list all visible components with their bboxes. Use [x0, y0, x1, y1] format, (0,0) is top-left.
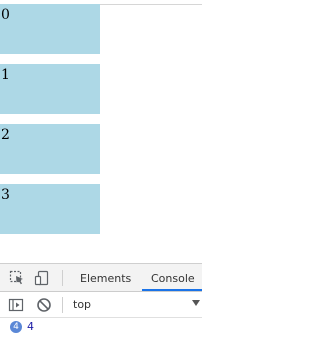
- clear-console-icon[interactable]: [36, 297, 52, 313]
- sidebar-toggle-icon[interactable]: [8, 297, 24, 313]
- console-output-value: 4: [27, 320, 34, 333]
- box-label: 1: [1, 67, 10, 83]
- tab-console[interactable]: Console: [151, 272, 195, 285]
- tab-elements[interactable]: Elements: [80, 272, 131, 285]
- console-output-line: 4 4: [0, 318, 202, 337]
- chevron-down-icon[interactable]: [192, 300, 200, 306]
- box-label: 2: [1, 127, 10, 143]
- devtools-panel: Elements Console top 4 4: [0, 263, 202, 337]
- box-label: 0: [1, 7, 10, 23]
- context-selector[interactable]: top: [73, 298, 91, 311]
- toolbar-separator: [62, 270, 63, 286]
- box-3: 3: [0, 184, 100, 234]
- box-1: 1: [0, 64, 100, 114]
- inspect-element-icon[interactable]: [9, 270, 25, 286]
- box-2: 2: [0, 124, 100, 174]
- box-label: 3: [1, 187, 10, 203]
- devtools-toolbar: Elements Console: [0, 264, 202, 292]
- toolbar-separator: [62, 297, 63, 313]
- console-toolbar: top: [0, 292, 202, 318]
- count-badge: 4: [10, 321, 22, 333]
- active-tab-indicator: [142, 289, 202, 291]
- box-0: 0: [0, 4, 100, 54]
- device-toolbar-icon[interactable]: [34, 270, 50, 286]
